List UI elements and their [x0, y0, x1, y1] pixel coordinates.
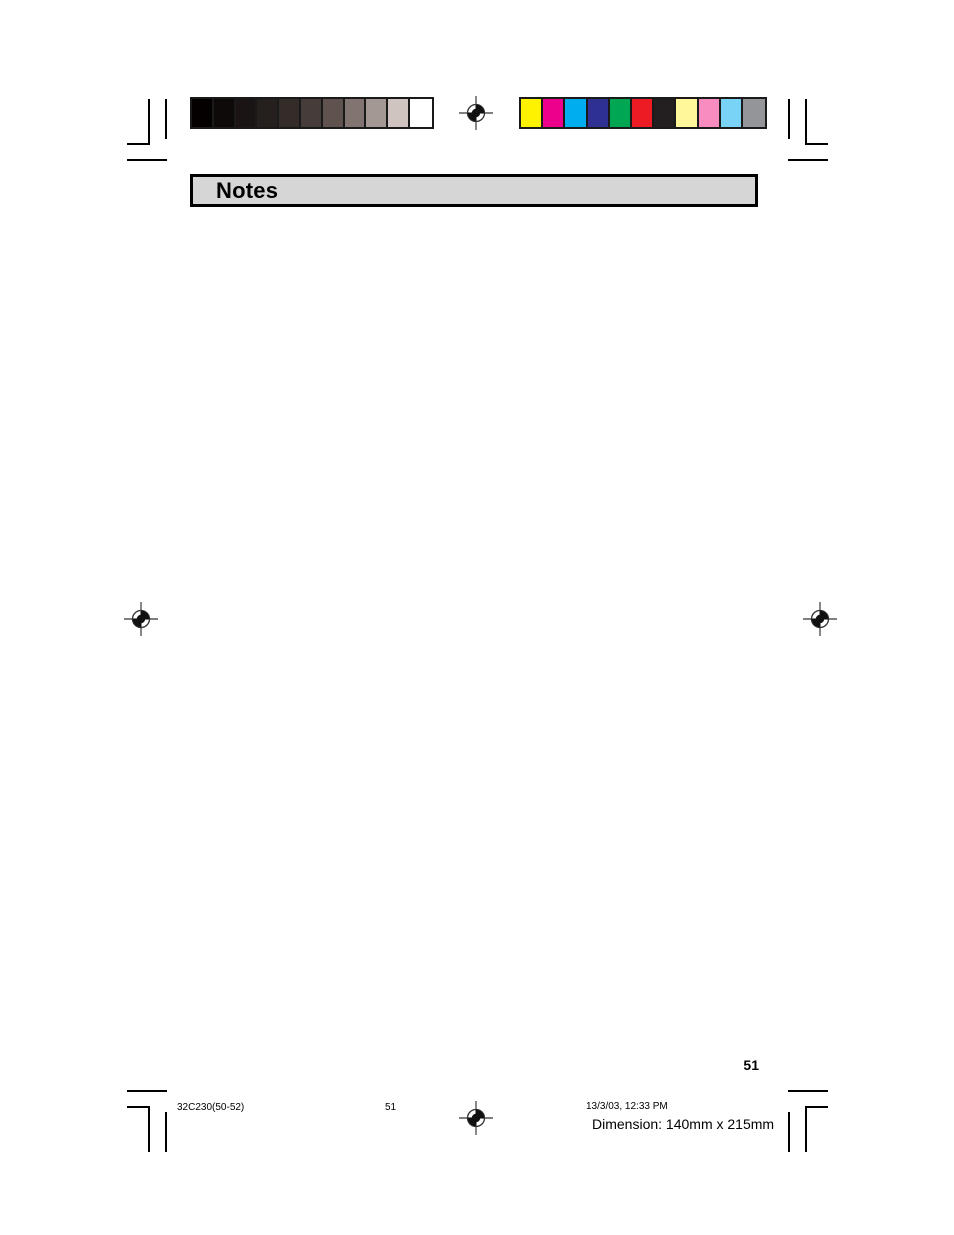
- registration-target-icon: [459, 1101, 493, 1135]
- crop-mark-bottom-right-outer-horizontal: [805, 1106, 828, 1108]
- crop-mark-top-left-outer-vertical: [148, 99, 150, 145]
- crop-mark-top-right-outer-horizontal: [805, 143, 828, 145]
- crop-mark-bottom-left-upper-horizontal: [127, 1090, 167, 1092]
- gray-step-7: [344, 99, 367, 127]
- swatch-blue: [587, 99, 610, 127]
- swatch-magenta: [543, 99, 566, 127]
- grayscale-calibration-strip: [190, 97, 434, 129]
- crop-mark-top-left-inner-vertical: [165, 99, 167, 139]
- crop-mark-top-right-inner-vertical: [788, 99, 790, 139]
- crop-mark-bottom-left-inner-vertical: [165, 1112, 167, 1152]
- gray-step-4: [279, 99, 301, 127]
- swatch-red: [631, 99, 655, 127]
- printed-page: Notes 51 32C230(50-52) 51 13/3/03, 12:33…: [0, 0, 954, 1235]
- gray-step-0: [192, 99, 214, 127]
- registration-target-icon: [803, 602, 837, 636]
- swatch-light-blue: [720, 99, 743, 127]
- swatch-yellow: [521, 99, 544, 127]
- crop-mark-top-right-lower-horizontal: [788, 159, 828, 161]
- footer-dimension: Dimension: 140mm x 215mm: [592, 1116, 775, 1132]
- crop-mark-top-right-outer-vertical: [805, 99, 807, 145]
- swatch-cyan: [565, 99, 588, 127]
- color-calibration-strip: [519, 97, 768, 129]
- crop-mark-bottom-right-outer-vertical: [805, 1106, 807, 1152]
- swatch-pale-yellow: [676, 99, 699, 127]
- page-title: Notes: [216, 177, 279, 203]
- footer-page-number: 51: [385, 1102, 397, 1113]
- gray-step-3: [257, 99, 280, 127]
- gray-step-5: [300, 99, 323, 127]
- crop-mark-bottom-right-inner-vertical: [788, 1112, 790, 1152]
- gray-step-2: [235, 99, 258, 127]
- gray-step-1: [213, 99, 236, 127]
- swatch-green: [609, 99, 632, 127]
- crop-mark-bottom-right-upper-horizontal: [788, 1090, 828, 1092]
- crop-mark-bottom-left-outer-vertical: [148, 1106, 150, 1152]
- page-number: 51: [743, 1057, 759, 1073]
- footer-timestamp: 13/3/03, 12:33 PM: [586, 1101, 668, 1112]
- footer-job-name: 32C230(50-52): [177, 1102, 245, 1113]
- crop-mark-top-left-lower-horizontal: [127, 159, 167, 161]
- notes-section-heading-bar: Notes: [190, 174, 758, 207]
- gray-step-6: [322, 99, 345, 127]
- gray-step-10: [409, 99, 432, 127]
- gray-step-9: [388, 99, 410, 127]
- swatch-pink: [698, 99, 721, 127]
- crop-mark-bottom-left-outer-horizontal: [127, 1106, 150, 1108]
- registration-target-icon: [459, 96, 493, 130]
- swatch-black: [654, 99, 677, 127]
- crop-mark-top-left-outer-horizontal: [127, 143, 150, 145]
- notes-writing-area: [190, 215, 758, 1025]
- gray-step-8: [366, 99, 389, 127]
- registration-target-icon: [124, 602, 158, 636]
- swatch-gray: [742, 99, 766, 127]
